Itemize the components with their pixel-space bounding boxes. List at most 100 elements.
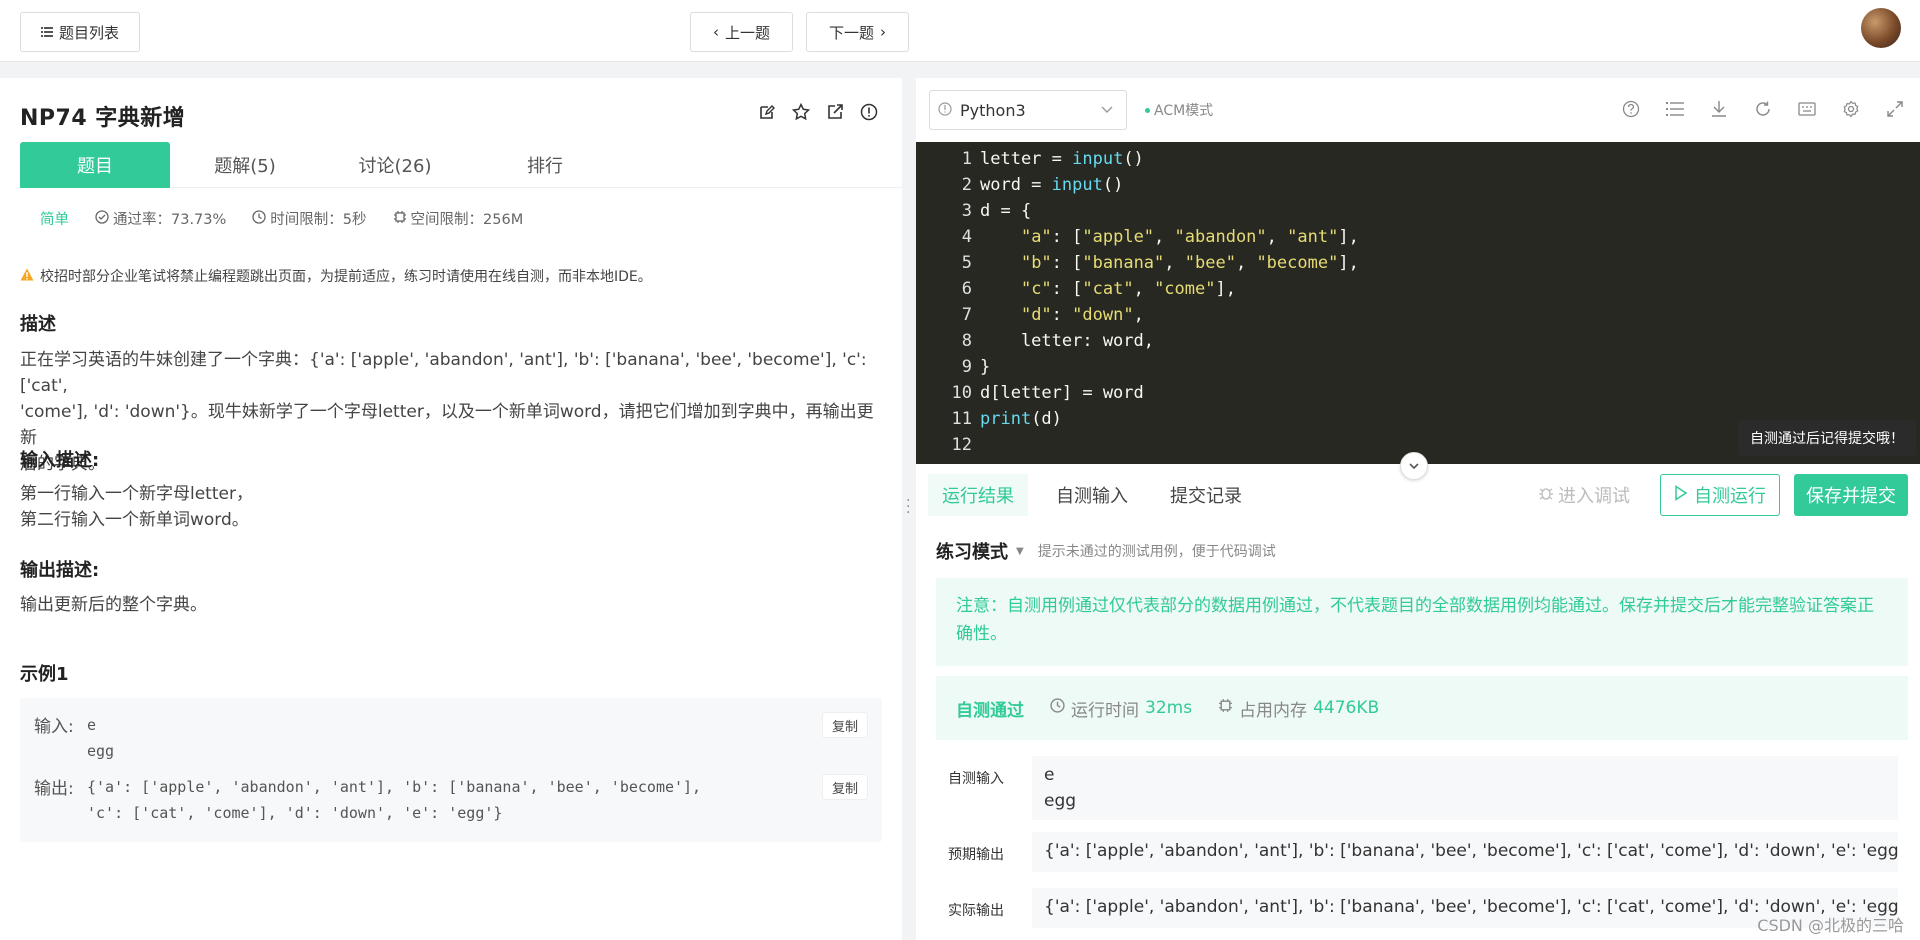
code-line[interactable]: 11 print(d) <box>916 406 1062 432</box>
result-tabs: 运行结果 自测输入 提交记录 <box>928 474 1270 516</box>
code-line[interactable]: 10 d[letter] = word <box>916 380 1144 406</box>
code-line[interactable]: 4 "a": ["apple", "abandon", "ant"], <box>916 224 1359 250</box>
panel-resize-handle[interactable]: · · · <box>902 78 916 940</box>
keyboard-icon[interactable] <box>1796 98 1818 120</box>
practice-mode: 练习模式 ▼ 提示未通过的测试用例，便于代码调试 <box>936 538 1276 564</box>
code-token: , <box>1164 253 1185 273</box>
line-number: 1 <box>961 149 972 169</box>
tab-run-result[interactable]: 运行结果 <box>928 474 1028 516</box>
next-problem-button[interactable]: 下一题 › <box>806 12 909 52</box>
space-limit-text: 空间限制：256M <box>410 212 524 228</box>
description-line: 后的字典。 <box>20 454 105 474</box>
tab-submission-history[interactable]: 提交记录 <box>1156 474 1256 516</box>
star-icon[interactable] <box>792 103 810 121</box>
description-line: 'come'], 'd': 'down'}。现牛妹新学了一个字母letter，以… <box>20 402 874 448</box>
code-token: : <box>1051 305 1073 325</box>
code-editor[interactable]: 1 letter = input() 2 word = input() 3 d = { 4 … <box>916 142 1920 464</box>
info-circle-icon <box>938 101 952 120</box>
code-line[interactable]: 7 "d": "down", <box>916 302 1144 328</box>
chevron-right-icon: › <box>880 23 886 41</box>
code-token: , <box>1133 305 1144 325</box>
code-token: "become" <box>1256 253 1339 273</box>
chevron-left-icon: ‹ <box>712 23 719 41</box>
help-icon[interactable] <box>1620 98 1642 120</box>
collapse-panel-button[interactable] <box>1400 452 1428 480</box>
settings-icon[interactable] <box>1840 98 1862 120</box>
share-icon[interactable] <box>826 103 844 121</box>
code-token: d = { <box>980 201 1032 221</box>
debug-button[interactable]: 进入调试 <box>1538 474 1630 516</box>
line-number: 7 <box>961 305 972 325</box>
code-line[interactable]: 5 "b": ["banana", "bee", "become"], <box>916 250 1359 276</box>
acm-mode-label: ACM模式 <box>1154 103 1214 119</box>
problem-title: NP74 字典新增 <box>20 106 186 131</box>
code-line[interactable]: 12 <box>916 432 980 458</box>
line-number: 3 <box>961 201 972 221</box>
acm-mode[interactable]: ACM模式 <box>1145 100 1213 120</box>
code-panel: Python3 ACM模式 1 letter = input() 2 word = i… <box>916 78 1920 940</box>
run-button[interactable]: 自测运行 <box>1660 474 1780 516</box>
code-token: "a" <box>1020 227 1052 247</box>
check-circle-icon <box>95 209 109 228</box>
prev-problem-button[interactable]: ‹ 上一题 <box>690 12 793 52</box>
caret-down-icon[interactable]: ▼ <box>1016 546 1024 557</box>
tab-discussion[interactable]: 讨论(26) <box>320 142 470 188</box>
code-token: "down" <box>1072 305 1134 325</box>
code-line[interactable]: 3 d = { <box>916 198 1031 224</box>
code-token: (d) <box>1031 409 1062 429</box>
tab-solutions[interactable]: 题解(5) <box>170 142 320 188</box>
code-token: "c" <box>1020 279 1052 299</box>
problem-list-button[interactable]: 题目列表 <box>20 12 140 52</box>
difficulty-badge: 简单 <box>40 212 69 228</box>
play-icon <box>1674 484 1688 506</box>
download-icon[interactable] <box>1708 98 1730 120</box>
info-icon[interactable] <box>860 103 878 121</box>
editor-toolbar <box>1620 98 1906 120</box>
avatar[interactable] <box>1861 8 1901 48</box>
actual-output-label: 实际输出 <box>948 903 1004 919</box>
refresh-icon[interactable] <box>1752 98 1774 120</box>
description-heading: 描述 <box>20 314 56 335</box>
code-line[interactable]: 6 "c": ["cat", "come"], <box>916 276 1236 302</box>
code-line[interactable]: 1 letter = input() <box>916 146 1144 172</box>
outline-list-icon[interactable] <box>1664 98 1686 120</box>
tab-problem[interactable]: 题目 <box>20 142 170 188</box>
code-token: "d" <box>1020 305 1052 325</box>
edit-icon[interactable] <box>758 103 776 121</box>
tab-ranking[interactable]: 排行 <box>470 142 620 188</box>
debug-label: 进入调试 <box>1558 486 1630 507</box>
line-number: 5 <box>961 253 972 273</box>
input-description-line: 第一行输入一个新字母letter， <box>20 484 253 504</box>
example-output-label: 输出: <box>34 779 74 799</box>
memory-value: 4476KB <box>1313 698 1380 718</box>
tab-self-input[interactable]: 自测输入 <box>1042 474 1142 516</box>
code-token: "bee" <box>1184 253 1236 273</box>
code-token: , <box>1154 227 1175 247</box>
fullscreen-icon[interactable] <box>1884 98 1906 120</box>
self-input-label: 自测输入 <box>948 771 1004 787</box>
expected-output-label: 预期输出 <box>948 847 1004 863</box>
mode-name[interactable]: 练习模式 <box>936 538 1008 564</box>
code-token: input <box>1072 149 1124 169</box>
title-actions <box>758 103 878 121</box>
code-token: , <box>1266 227 1288 247</box>
code-line[interactable]: 2 word = input() <box>916 172 1124 198</box>
language-select[interactable]: Python3 <box>929 90 1127 130</box>
output-description-text: 输出更新后的整个字典。 <box>20 595 207 615</box>
notice-box: 注意：自测用例通过仅代表部分的数据用例通过，不代表题目的全部数据用例均能通过。保… <box>936 578 1908 666</box>
submit-button[interactable]: 保存并提交 <box>1794 474 1908 516</box>
chevron-down-icon <box>1100 101 1114 120</box>
code-token: "cat" <box>1082 279 1134 299</box>
code-line[interactable]: 9} <box>916 354 991 380</box>
code-line[interactable]: 8 letter: word, <box>916 328 1154 354</box>
ide-warning: 校招时部分企业笔试将禁止编程题跳出页面，为提前适应，练习时请使用在线自测，而非本… <box>20 266 652 286</box>
copy-output-button[interactable]: 复制 <box>822 774 868 800</box>
copy-input-button[interactable]: 复制 <box>822 712 868 738</box>
line-number: 4 <box>961 227 972 247</box>
pass-rate: 通过率：73.73% <box>95 208 226 229</box>
code-token: () <box>1102 175 1124 195</box>
code-token: : [ <box>1051 253 1083 273</box>
code-token: word = <box>980 175 1052 195</box>
